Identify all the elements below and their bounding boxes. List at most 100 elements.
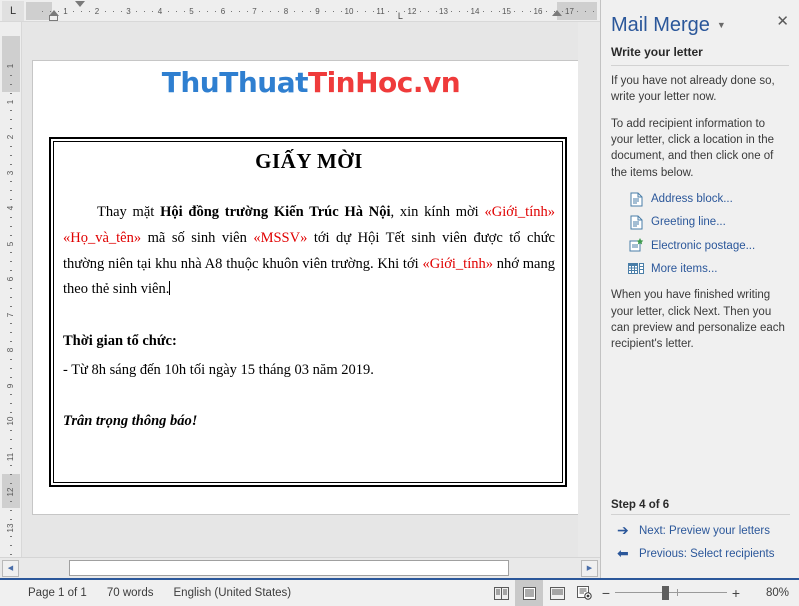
ruler-subtick [81,11,83,12]
previous-step-link[interactable]: ⬅ Previous: Select recipients [617,545,790,562]
first-line-indent-marker[interactable] [74,1,85,7]
greeting-line-link[interactable]: Greeting line... [627,214,789,230]
more-items-link[interactable]: More items... [627,261,789,277]
ruler-subtick [593,11,595,12]
vruler-mark: 13 [6,523,15,532]
web-layout-view-button[interactable] [543,580,571,606]
scroll-right-button[interactable]: ▶ [581,559,598,577]
read-mode-view-button[interactable] [487,580,515,606]
vruler-subtick [10,199,12,201]
greeting-line-label: Greeting line... [651,216,726,229]
ruler-subtick [325,11,327,12]
vruler-subtick [10,447,12,449]
zoom-level-label[interactable]: 80% [745,587,789,599]
ruler-subtick [230,11,232,12]
left-indent-marker[interactable] [49,15,59,21]
ruler-subtick [144,11,146,12]
vruler-subtick [10,119,12,121]
next-step-label: Next: Preview your letters [639,524,771,537]
ruler-subtick [73,11,75,12]
document-title: GIẤY MỜI [255,149,363,173]
vruler-subtick [10,190,12,192]
vruler-subtick [10,287,12,289]
ruler-subtick [585,11,587,12]
ruler-subtick [427,11,429,12]
para-bold-org: Hội đồng trường Kiến Trúc Hà Nội [160,204,391,220]
ruler-subtick [490,11,492,12]
print-layout-view-button[interactable] [515,580,543,606]
vruler-subtick [10,154,12,156]
arrow-left-icon: ⬅ [617,545,629,561]
zoom-in-button[interactable]: + [727,585,745,601]
tab-selector-button[interactable]: L [2,1,24,21]
vruler-subtick [10,465,12,467]
right-indent-marker[interactable] [551,10,562,16]
panel-finish-text: When you have finished writing your lett… [611,289,785,351]
vruler-subtick [10,225,12,227]
document-page[interactable]: GIẤY MỜI Thay mặt Hội đồng trường Kiến T… [32,60,582,515]
ruler-subtick [112,11,114,12]
vruler-mark: 11 [6,452,15,461]
ruler-mark: 5 [189,7,194,16]
horizontal-ruler[interactable]: L 1 2 3 4 5 6 7 8 9 10 11 12 13 14 15 16 17 L [0,0,600,22]
vruler-subtick [10,483,12,485]
vruler-mark: 5 [6,241,15,246]
closing-line: Trân trọng thông báo! [63,413,198,430]
vertical-scrollbar[interactable] [578,22,600,557]
ruler-subtick [341,11,343,12]
vertical-ruler[interactable]: 1 1 2 3 4 5 6 7 8 9 10 11 12 13 [0,22,22,557]
vruler-mark: 1 [6,99,15,104]
ruler-subtick [372,11,374,12]
ruler-mark: 1 [63,7,68,16]
ruler-mark: 2 [94,7,100,16]
zoom-out-button[interactable]: − [597,585,615,601]
ruler-subtick [522,11,524,12]
ruler-subtick [136,11,138,12]
electronic-postage-link[interactable]: Electronic postage... [627,238,789,254]
close-icon[interactable]: ✕ [776,12,789,30]
arrow-right-icon: ➔ [617,522,629,538]
ruler-mark: 7 [252,7,257,16]
merge-field-gioi-tinh-2[interactable]: «Giới_tính» [422,256,493,272]
horizontal-scrollbar[interactable]: ◀ ▶ [0,557,600,578]
vruler-mark: 3 [6,170,15,175]
merge-field-mssv[interactable]: «MSSV» [253,230,307,246]
next-step-link[interactable]: ➔ Next: Preview your letters [617,522,790,539]
horizontal-scroll-thumb[interactable] [69,560,509,576]
vruler-subtick [10,145,12,147]
zoom-controls[interactable]: − + 80% [571,585,799,601]
arrow-right-icon: ▶ [586,565,593,572]
vruler-subtick [10,358,12,360]
ruler-subtick [301,11,303,12]
zoom-slider-thumb[interactable] [662,586,669,600]
merge-field-gioi-tinh-1[interactable]: «Giới_tính» [484,204,555,220]
record-macro-icon [576,586,592,600]
merge-field-ho-va-ten[interactable]: «Họ_và_tên» [63,230,141,246]
horizontal-ruler-track[interactable]: 1 2 3 4 5 6 7 8 9 10 11 12 13 14 15 16 17 L [26,0,600,21]
scroll-left-button[interactable]: ◀ [2,559,19,577]
chevron-down-icon[interactable]: ▼ [717,20,726,30]
ruler-subtick [356,11,358,12]
ruler-subtick [498,11,500,12]
vruler-subtick [10,376,12,378]
ruler-mark: 6 [220,7,226,16]
page-indicator[interactable]: Page 1 of 1 [18,587,97,599]
vruler-subtick [10,554,12,556]
address-block-link[interactable]: Address block... [627,191,789,207]
read-mode-icon [493,586,509,600]
tab-stop-marker[interactable]: L [398,12,403,21]
ruler-subtick [293,11,295,12]
word-count[interactable]: 70 words [97,587,164,599]
more-items-label: More items... [651,262,718,275]
document-canvas[interactable]: ThuThuatTinHoc.vn GIẤY MỜI Thay mặt Hội … [22,22,600,557]
status-bar: Page 1 of 1 70 words English (United Sta… [0,578,799,606]
zoom-slider[interactable] [615,586,727,600]
document-text-body[interactable]: GIẤY MỜI Thay mặt Hội đồng trường Kiến T… [63,149,555,430]
language-indicator[interactable]: English (United States) [164,587,302,599]
vruler-subtick [10,181,12,183]
para-seg-1: Thay mặt [97,204,161,220]
mail-merge-panel: Mail Merge ▼ ✕ Write your letter If you … [600,0,799,578]
vruler-mark: 8 [6,347,15,353]
record-macro-button[interactable] [571,586,597,600]
ruler-subtick [104,11,106,12]
